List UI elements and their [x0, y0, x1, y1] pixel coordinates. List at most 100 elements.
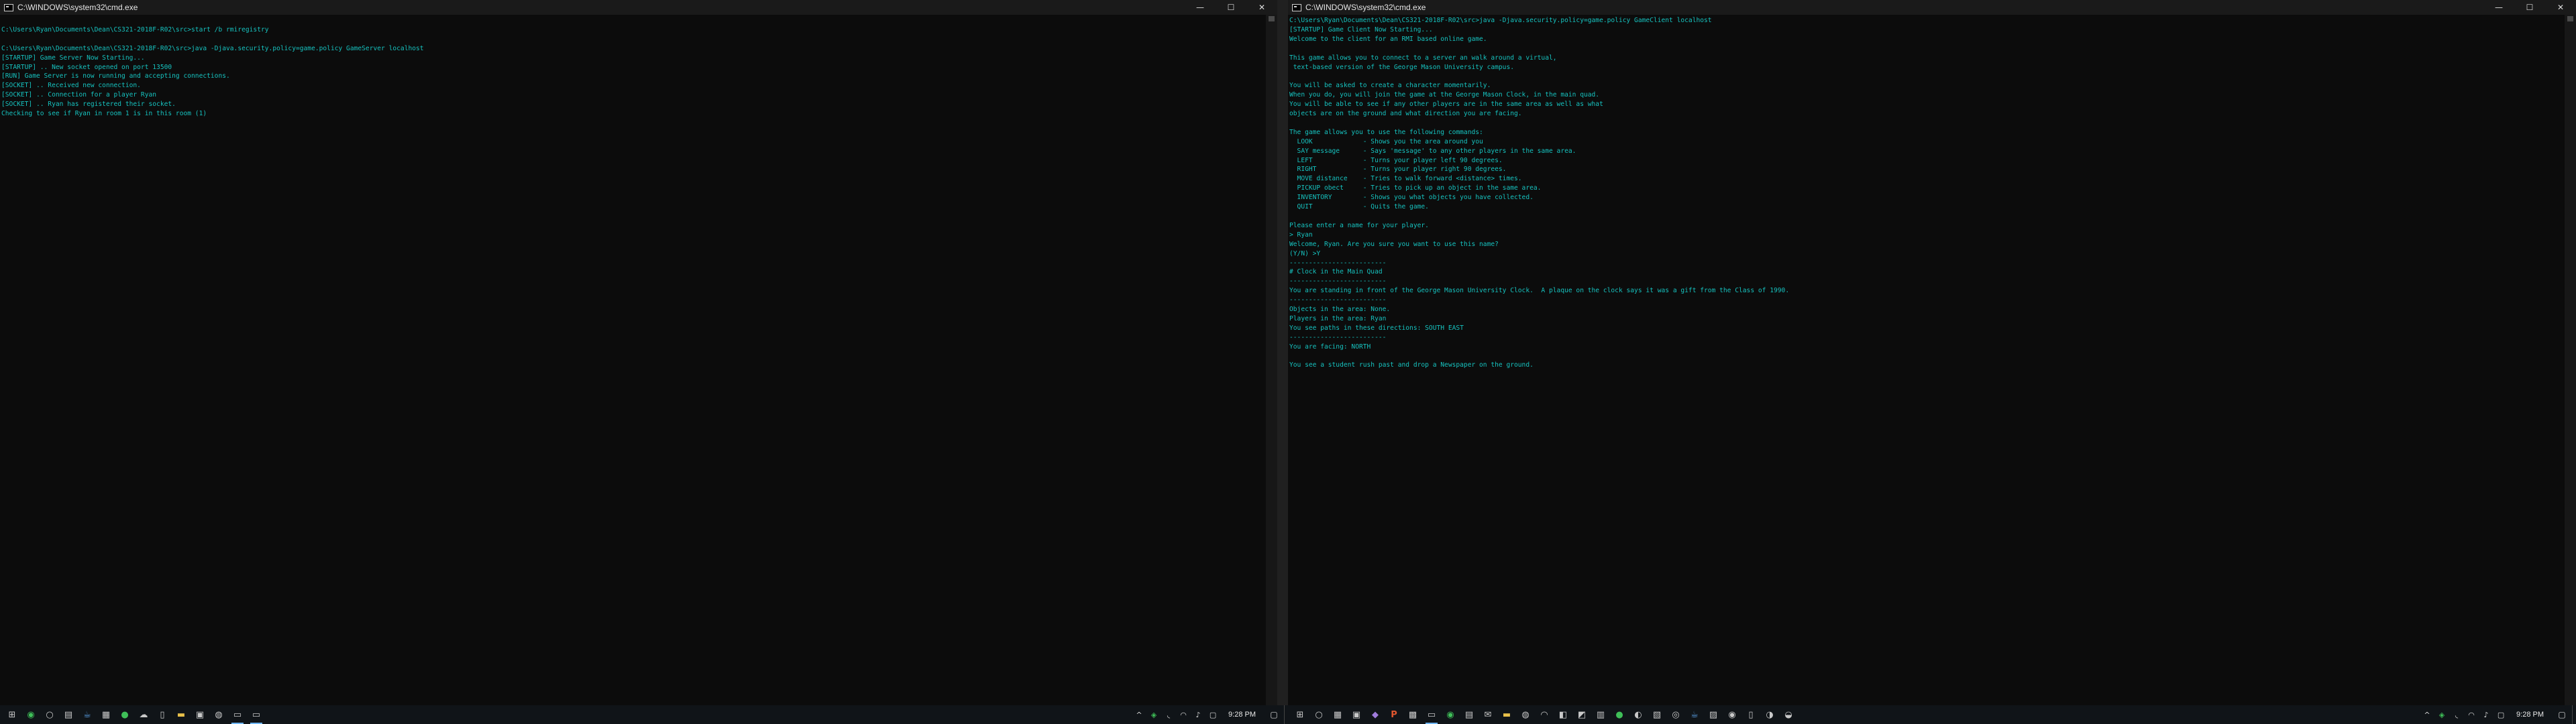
window-gap — [1277, 0, 1288, 705]
console-line: You are facing: NORTH — [1289, 343, 1371, 351]
wifi-icon[interactable]: ◟ — [2449, 705, 2464, 724]
headset-icon[interactable]: ◠ — [1176, 705, 1191, 724]
app-icon-4[interactable]: ◩ — [1572, 705, 1591, 724]
scrollbar[interactable] — [1266, 15, 1277, 705]
client-console-window[interactable]: C:\WINDOWS\system32\cmd.exe — ☐ ✕ C:\Use… — [1288, 0, 2576, 705]
start-icon[interactable]: ⊞ — [1291, 705, 1309, 724]
app-icon-dark[interactable]: ▩ — [1403, 705, 1422, 724]
close-button[interactable]: ✕ — [1246, 0, 1277, 15]
powerpoint-icon[interactable]: P — [1385, 705, 1403, 724]
app-icon-3[interactable]: ◧ — [1554, 705, 1572, 724]
chrome-icon[interactable]: ◉ — [1441, 705, 1460, 724]
app-icon-11[interactable]: ◑ — [1760, 705, 1779, 724]
cortana-icon[interactable]: ○ — [40, 705, 59, 724]
console-line: You will be able to see if any other pla… — [1289, 101, 1603, 109]
cmd-icon-2[interactable]: ▭ — [247, 705, 266, 724]
cmd-icon[interactable]: ▭ — [228, 705, 247, 724]
visual-studio-icon[interactable]: ◆ — [1366, 705, 1385, 724]
server-console-window[interactable]: C:\WINDOWS\system32\cmd.exe — ☐ ✕ C:\Use… — [0, 0, 1277, 705]
network-app-icon[interactable]: ◈ — [2434, 705, 2449, 724]
console-line: C:\Users\Ryan\Documents\Dean\CS321-2018F… — [1, 44, 424, 52]
console-line: SAY message - Says 'message' to any othe… — [1289, 147, 1576, 155]
minimize-button[interactable]: — — [2483, 0, 2514, 15]
store-icon[interactable]: ▣ — [191, 705, 209, 724]
taskview-icon[interactable]: ▦ — [97, 705, 115, 724]
console-output[interactable]: C:\Users\Ryan\Documents\Dean\CS321-2018F… — [1, 16, 1277, 705]
taskbar: ⊞ ◉ ○ ▤ ☕ ▦ ● ☁ ▯ ▬ ▣ ◍ ▭ ▭ ^ ◈ ◟ ◠ ♪ ▢ 9:28 PM ▢ — [0, 705, 1288, 724]
chat-icon[interactable]: ▢ — [1205, 705, 1220, 724]
maximize-button[interactable]: ☐ — [1216, 0, 1246, 15]
console-output[interactable]: C:\Users\Ryan\Documents\Dean\CS321-2018F… — [1289, 16, 2576, 705]
show-desktop-button[interactable] — [2572, 705, 2576, 724]
console-line: [STARTUP] Game Server Now Starting... — [1, 54, 145, 62]
app-icon-10[interactable]: ◉ — [1723, 705, 1741, 724]
clock[interactable]: 9:28 PM — [1220, 711, 1264, 719]
app-icon-6[interactable]: ◐ — [1629, 705, 1648, 724]
console-line: MOVE distance - Tries to walk forward <d… — [1289, 175, 1522, 183]
console-line: Checking to see if Ryan in room 1 is in … — [1, 110, 207, 118]
chrome-icon[interactable]: ◉ — [21, 705, 40, 724]
chevron-up-icon[interactable]: ^ — [2420, 705, 2434, 724]
cmd-icon — [1292, 3, 1301, 11]
wifi-icon[interactable]: ◟ — [1161, 705, 1176, 724]
folder-icon[interactable]: ▬ — [1497, 705, 1516, 724]
phone-icon[interactable]: ▯ — [153, 705, 172, 724]
headset-icon[interactable]: ◠ — [1535, 705, 1554, 724]
minimize-button[interactable]: — — [1185, 0, 1216, 15]
app-icon-5[interactable]: ▥ — [1591, 705, 1610, 724]
scrollbar[interactable] — [2565, 15, 2576, 705]
app-icon-8[interactable]: ◎ — [1666, 705, 1685, 724]
app-icon-green[interactable]: ● — [115, 705, 134, 724]
scrollbar-thumb[interactable] — [2567, 16, 2573, 21]
console-line: [RUN] Game Server is now running and acc… — [1, 72, 230, 80]
spotify-icon[interactable]: ● — [1610, 705, 1629, 724]
scrollbar-thumb[interactable] — [1269, 16, 1275, 21]
notification-icon[interactable]: ▢ — [2552, 705, 2572, 724]
headset-icon[interactable]: ◠ — [2464, 705, 2479, 724]
folder-icon[interactable]: ▬ — [172, 705, 191, 724]
app-icon[interactable]: ▣ — [1347, 705, 1366, 724]
console-line: ------------------------- — [1289, 333, 1387, 341]
steam-icon[interactable]: ◍ — [209, 705, 228, 724]
console-line: ------------------------- — [1289, 296, 1387, 304]
steam-icon[interactable]: ◍ — [1516, 705, 1535, 724]
taskview-icon[interactable]: ▦ — [1328, 705, 1347, 724]
phone-icon[interactable]: ▯ — [1741, 705, 1760, 724]
maximize-button[interactable]: ☐ — [2514, 0, 2545, 15]
system-tray: ^ ◈ ◟ ◠ ♪ ▢ 9:28 PM ▢ — [1132, 705, 1288, 724]
java-icon[interactable]: ☕ — [78, 705, 97, 724]
console-line: Objects in the area: None. — [1289, 306, 1391, 314]
clock[interactable]: 9:28 PM — [2508, 711, 2552, 719]
notification-icon[interactable]: ▢ — [1264, 705, 1284, 724]
mail-icon[interactable]: ✉ — [1479, 705, 1497, 724]
cmd-icon[interactable]: ▭ — [1422, 705, 1441, 724]
app-icon-7[interactable]: ▧ — [1648, 705, 1666, 724]
console-line: [SOCKET] .. Connection for a player Ryan — [1, 91, 157, 99]
title-bar[interactable]: C:\WINDOWS\system32\cmd.exe — ☐ ✕ — [0, 0, 1277, 15]
calculator-icon[interactable]: ▤ — [59, 705, 78, 724]
app-icon-2[interactable]: ▤ — [1460, 705, 1479, 724]
chevron-up-icon[interactable]: ^ — [1132, 705, 1146, 724]
console-line: QUIT - Quits the game. — [1289, 203, 1429, 211]
java-icon[interactable]: ☕ — [1685, 705, 1704, 724]
app-icon-cloud[interactable]: ☁ — [134, 705, 153, 724]
volume-icon[interactable]: ♪ — [1191, 705, 1205, 724]
console-line: When you do, you will join the game at t… — [1289, 91, 1600, 99]
network-app-icon[interactable]: ◈ — [1146, 705, 1161, 724]
start-icon[interactable]: ⊞ — [3, 705, 21, 724]
app-icon-12[interactable]: ◒ — [1779, 705, 1798, 724]
console-line: Players in the area: Ryan — [1289, 314, 1387, 322]
title-bar[interactable]: C:\WINDOWS\system32\cmd.exe — ☐ ✕ — [1288, 0, 2576, 15]
app-icon-9[interactable]: ▨ — [1704, 705, 1723, 724]
chat-icon[interactable]: ▢ — [2493, 705, 2508, 724]
console-line: You are standing in front of the George … — [1289, 287, 1790, 295]
console-line: PICKUP obect - Tries to pick up an objec… — [1289, 184, 1542, 192]
console-line: C:\Users\Ryan\Documents\Dean\CS321-2018F… — [1289, 17, 1712, 24]
console-line: LEFT - Turns your player left 90 degrees… — [1289, 156, 1503, 164]
volume-icon[interactable]: ♪ — [2479, 705, 2493, 724]
console-line: [SOCKET] .. Received new connection. — [1, 82, 141, 90]
system-tray: ^ ◈ ◟ ◠ ♪ ▢ 9:28 PM ▢ — [2420, 705, 2576, 724]
close-button[interactable]: ✕ — [2545, 0, 2576, 15]
cortana-icon[interactable]: ○ — [1309, 705, 1328, 724]
